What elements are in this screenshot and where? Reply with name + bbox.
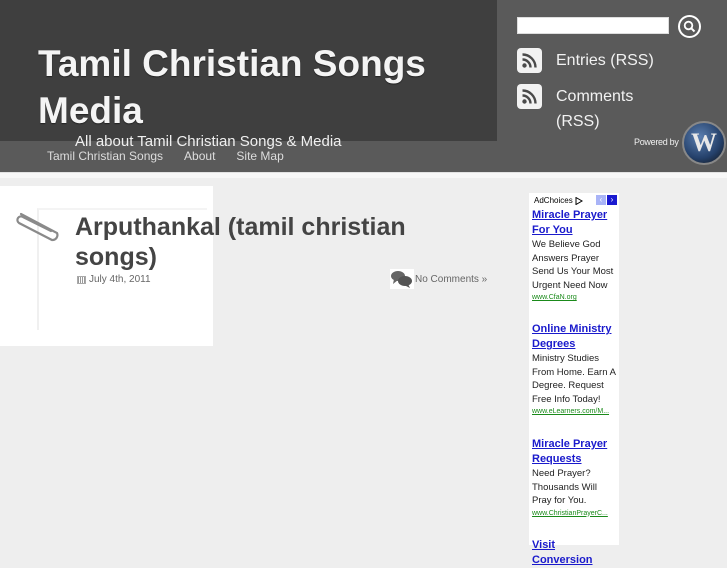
ad-prev-button[interactable]: ‹ [596, 195, 606, 205]
site-title[interactable]: Tamil Christian Songs Media [38, 40, 478, 134]
ad-item: Miracle Prayer For You We Believe God An… [532, 208, 618, 303]
nav-item-tamil-christian-songs[interactable]: Tamil Christian Songs [47, 149, 163, 163]
main-nav: Tamil Christian Songs About Site Map [47, 149, 284, 163]
search-button[interactable] [678, 15, 701, 38]
ad-text: Ministry Studies From Home. Earn A Degre… [532, 353, 616, 405]
feed-comments[interactable]: Comments (RSS) [517, 84, 656, 134]
ad-title[interactable]: Miracle Prayer For You [532, 208, 618, 238]
ad-item: Visit Conversion [532, 538, 618, 568]
speech-bubbles-icon [390, 269, 414, 289]
post-date-text: July 4th, 2011 [89, 274, 151, 285]
ad-title[interactable]: Visit Conversion [532, 538, 618, 568]
feed-entries-label[interactable]: Entries (RSS) [556, 48, 656, 73]
site-tagline: All about Tamil Christian Songs & Media [75, 133, 342, 150]
feed-comments-label[interactable]: Comments (RSS) [556, 84, 656, 134]
adchoices-link[interactable]: AdChoices [534, 196, 583, 205]
nav-item-site-map[interactable]: Site Map [236, 149, 283, 163]
ad-nav: ‹ › [596, 195, 617, 205]
nav-item-about[interactable]: About [184, 149, 215, 163]
ad-text: We Believe God Answers Prayer Send Us Yo… [532, 239, 614, 291]
paperclip-icon [13, 210, 63, 247]
ad-item: Online Ministry Degrees Ministry Studies… [532, 322, 618, 417]
wordpress-logo-icon[interactable]: W [682, 121, 726, 165]
ad-next-button[interactable]: › [607, 195, 617, 205]
header-divider [0, 172, 727, 178]
ad-title[interactable]: Miracle Prayer Requests [532, 437, 618, 467]
ad-url[interactable]: www.ChristianPrayerC... [532, 508, 618, 519]
rss-icon [517, 48, 542, 73]
ad-text: Need Prayer? Thousands Will Pray for You… [532, 468, 597, 506]
ad-url[interactable]: www.eLearners.com/M... [532, 406, 618, 417]
powered-by-label: Powered by [634, 137, 679, 147]
post-title[interactable]: Arputhankal (tamil christian songs) [75, 212, 435, 272]
adchoices-icon [575, 196, 583, 205]
feed-entries[interactable]: Entries (RSS) [517, 48, 656, 73]
post-date: July 4th, 2011 [77, 274, 151, 285]
calendar-icon [77, 275, 86, 284]
search-icon [683, 20, 696, 33]
ad-unit: AdChoices ‹ › Miracle Prayer For You We … [529, 193, 619, 566]
ad-url[interactable]: www.CfaN.org [532, 292, 618, 303]
rss-icon [517, 84, 542, 109]
ad-title[interactable]: Online Ministry Degrees [532, 322, 618, 352]
adchoices-label[interactable]: AdChoices [534, 196, 573, 205]
ad-item: Miracle Prayer Requests Need Prayer? Tho… [532, 437, 618, 519]
comments-link[interactable]: No Comments » [390, 269, 487, 289]
comments-count[interactable]: No Comments » [415, 274, 487, 285]
search-input[interactable] [517, 17, 669, 34]
